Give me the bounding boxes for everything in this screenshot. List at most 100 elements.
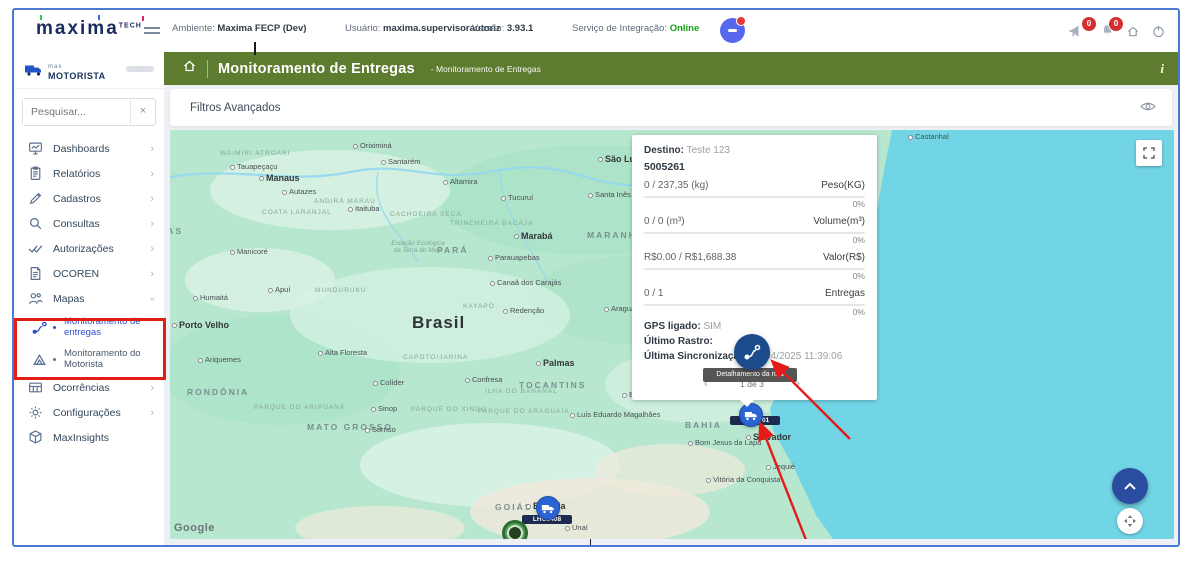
- map-label: Sinop: [371, 404, 397, 413]
- map-label: WAIMIRI ATROARI: [220, 150, 291, 157]
- map-label: Tauapeçaçu: [230, 162, 277, 171]
- sidebar-search: ×: [22, 98, 156, 126]
- sidebar-item-relatorios[interactable]: Relatórios›: [14, 161, 164, 186]
- sidebar-item-ocorrencias[interactable]: Ocorrências›: [14, 375, 164, 400]
- map-label: Jequié: [766, 462, 795, 471]
- sidebar-item-configuracoes[interactable]: Configurações›: [14, 400, 164, 425]
- sidebar: maxMOTORISTA × Dashboards› Relatórios› C…: [14, 52, 165, 545]
- filters-label: Filtros Avançados: [190, 102, 281, 114]
- progress-bar: [644, 196, 865, 198]
- logo-text: MOTORISTA: [48, 71, 106, 81]
- hamburger-menu-icon[interactable]: [144, 24, 160, 37]
- scroll-top-fab[interactable]: [1112, 468, 1148, 504]
- info-icon[interactable]: i: [1160, 61, 1164, 77]
- search-input[interactable]: [23, 99, 130, 125]
- map-label: BAHIA: [685, 420, 722, 430]
- brand-text: maxima: [36, 18, 119, 39]
- map-label: PARQUE DO XINGU: [411, 406, 487, 413]
- map-label: Parauapebas: [488, 253, 540, 262]
- sidebar-item-mapas[interactable]: Mapas›: [14, 286, 164, 311]
- announcements-badge: 0: [1081, 16, 1097, 32]
- chat-icon[interactable]: [720, 18, 745, 43]
- map-label: Itaituba: [348, 204, 380, 213]
- map-label: Alta Floresta: [318, 348, 367, 357]
- metric-entregas: 0 / 1Entregas 0%: [644, 288, 865, 317]
- motorista-logo: maxMOTORISTA: [14, 52, 164, 89]
- map-label: Marabá: [514, 231, 553, 241]
- ambiente-field: Ambiente: Maxima FECP (Dev): [172, 23, 306, 34]
- page-title: Monitoramento de Entregas: [218, 61, 415, 77]
- metric-valor: R$0.00 / R$1,688.38Valor(R$) 0%: [644, 252, 865, 281]
- sidebar-item-cadastros[interactable]: Cadastros›: [14, 186, 164, 211]
- progress-bar: [644, 304, 865, 306]
- logo-accent-green: [40, 15, 42, 20]
- eye-icon[interactable]: [1140, 99, 1156, 117]
- top-header: maximaTECH Ambiente: Maxima FECP (Dev) U…: [14, 10, 1178, 53]
- sidebar-item-autorizacoes[interactable]: Autorizações›: [14, 236, 164, 261]
- sidebar-item-maxinsights[interactable]: MaxInsights: [14, 425, 164, 450]
- gps-row: GPS ligado: SIM: [644, 321, 865, 332]
- map-label: Santa Inês: [588, 190, 631, 199]
- route-detail-button[interactable]: [734, 334, 770, 370]
- map-label: Estação Ecológica da Terra do Meio: [390, 240, 446, 254]
- map-label: Manaus: [259, 173, 300, 183]
- fullscreen-button[interactable]: [1136, 140, 1162, 166]
- google-logo: Google: [174, 522, 215, 534]
- map-label: Autazes: [282, 187, 316, 196]
- logo-accent-blue: [98, 15, 100, 20]
- map-label: Confresa: [465, 375, 502, 384]
- pan-control-button[interactable]: [1117, 508, 1143, 534]
- home-icon[interactable]: [1126, 25, 1140, 43]
- info-card-pointer: [738, 398, 756, 407]
- progress-bar: [644, 232, 865, 234]
- map-label: Redenção: [503, 306, 544, 315]
- logo-accent-pink: [142, 16, 144, 21]
- logout-icon[interactable]: [1152, 25, 1165, 43]
- sidebar-menu: Dashboards› Relatórios› Cadastros› Consu…: [14, 136, 164, 450]
- route-detail-tooltip: Detalhamento da rota: [703, 368, 797, 382]
- map-label: ANDIRÁ MARAU: [314, 198, 376, 205]
- titlebar-divider: [207, 60, 208, 78]
- filters-panel[interactable]: Filtros Avançados: [170, 89, 1172, 126]
- map-label: Colíder: [373, 378, 404, 387]
- truck-icon: [541, 503, 555, 514]
- truck-marker-brasilia[interactable]: [536, 496, 560, 520]
- map-label: Palmas: [536, 358, 575, 368]
- map-label: Sorriso: [365, 425, 396, 434]
- sidebar-item-dashboards[interactable]: Dashboards›: [14, 136, 164, 161]
- map-label: Luís Eduardo Magalhães: [570, 410, 660, 419]
- chevron-right-icon: ›: [150, 382, 154, 394]
- map-label: Humaitá: [193, 293, 228, 302]
- sidebar-item-monitoramento-motorista[interactable]: Monitoramento do Motorista: [14, 343, 164, 375]
- truck-icon: [744, 410, 758, 421]
- page-breadcrumb: - Monitoramento de Entregas: [431, 64, 541, 74]
- chevron-right-icon: ›: [150, 407, 154, 419]
- logo-badge: [126, 66, 154, 72]
- search-clear-button[interactable]: ×: [130, 99, 155, 125]
- route-icon: [743, 343, 761, 361]
- pan-icon: [1123, 514, 1137, 528]
- map-label: Vitória da Conquista: [706, 475, 780, 484]
- sidebar-item-consultas[interactable]: Consultas›: [14, 211, 164, 236]
- screenshot-stage: maximaTECH Ambiente: Maxima FECP (Dev) U…: [0, 0, 1190, 561]
- cluster-marker[interactable]: [502, 520, 528, 539]
- chevron-right-icon: ›: [150, 268, 154, 280]
- map-canvas[interactable]: AMAZONASRONDÔNIAPARÁMARANHÃOTOCANTINSMAT…: [170, 130, 1174, 539]
- sidebar-item-ocoren[interactable]: OCOREN›: [14, 261, 164, 286]
- notifications-badge: 0: [1108, 16, 1124, 32]
- submenu-bullet: [53, 358, 56, 361]
- map-label: PARQUE DO ARAGUAIA: [478, 408, 570, 415]
- sidebar-item-monitoramento-entregas[interactable]: Monitoramento de entregas: [14, 311, 164, 343]
- destino-row: Destino: Teste 123: [644, 145, 865, 156]
- map-label: Brasil: [412, 313, 465, 333]
- map-label: AMAZONAS: [170, 226, 183, 236]
- artifact-tick: [254, 42, 256, 55]
- titlebar-home-icon[interactable]: [182, 59, 197, 78]
- map-label: RONDÔNIA: [187, 387, 249, 397]
- cluster-inner-dot: [507, 525, 523, 539]
- maxima-tech-logo[interactable]: maximaTECH: [36, 18, 142, 40]
- chevron-down-icon: ›: [146, 297, 158, 301]
- order-code: 5005261: [644, 161, 865, 173]
- map-label: Manicoré: [230, 247, 268, 256]
- map-label: Canaã dos Carajás: [490, 278, 561, 287]
